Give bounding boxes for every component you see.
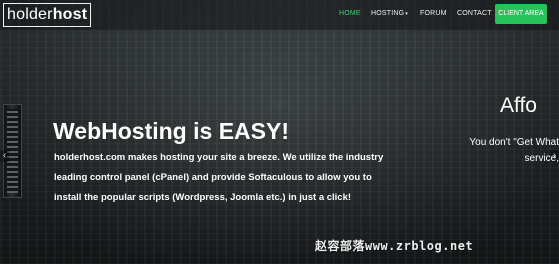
nav-contact-link[interactable]: CONTACT — [457, 10, 492, 17]
next-slide-text: You don't "Get What service, — [447, 135, 559, 167]
next-slide-text-line1: You don't "Get What — [469, 137, 559, 148]
slide-description: holderhost.com makes hosting your site a… — [54, 152, 384, 203]
chevron-left-icon[interactable]: ‹ — [0, 150, 9, 162]
chevron-down-icon: ▾ — [405, 11, 409, 17]
nav-hosting-link[interactable]: HOSTING▾ — [371, 10, 408, 17]
slide-title: WebHosting is EASY! — [53, 118, 289, 144]
nav-forum-link[interactable]: FORUM — [420, 10, 447, 17]
logo-text-host: host — [52, 6, 88, 23]
logo-text-holder: holder — [7, 6, 53, 23]
nav-hosting-label: HOSTING — [371, 10, 405, 17]
site-logo[interactable]: holderhost — [3, 3, 92, 27]
next-slide-title: Affo — [500, 94, 537, 117]
nav-home-link[interactable]: HOME — [339, 10, 361, 17]
client-area-button[interactable]: CLIENT AREA — [495, 4, 547, 24]
watermark-text: 赵容部落www.zrblog.net — [315, 239, 474, 253]
next-slide-text-line2: service, — [524, 153, 559, 164]
top-navbar: holderhost HOME HOSTING▾ FORUM CONTACT C… — [0, 0, 559, 30]
